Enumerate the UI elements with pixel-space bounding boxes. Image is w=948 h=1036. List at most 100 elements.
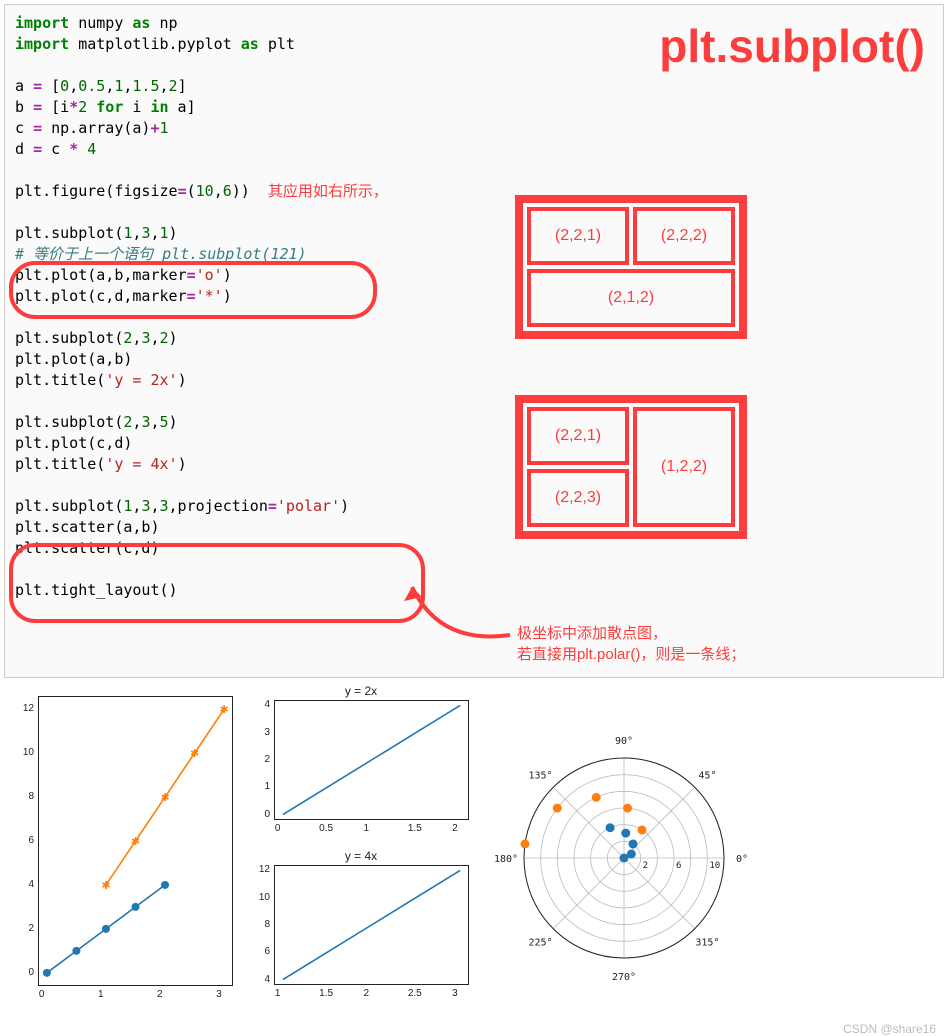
op: =: [33, 119, 42, 137]
paren: )): [232, 182, 250, 200]
chart-bot-mid: y = 4x 468101211.522.53: [246, 853, 476, 1008]
chart-left: ✱✱✱✱✱ 0246810120123: [8, 688, 238, 1008]
svg-text:✱: ✱: [220, 701, 229, 717]
comment: # 等价于上一个语句 plt.subplot(121): [15, 245, 307, 263]
expr: a]: [169, 98, 196, 116]
alias: plt: [268, 35, 295, 53]
diagram2-cell-122: (1,2,2): [633, 407, 735, 527]
paren: ): [169, 413, 178, 431]
call: plt.plot(c,d): [15, 434, 132, 452]
op: =: [178, 182, 187, 200]
op: +: [150, 119, 159, 137]
svg-text:✱: ✱: [102, 877, 111, 893]
str: 'polar': [277, 497, 340, 515]
svg-text:6: 6: [676, 861, 681, 871]
str: 'y = 4x': [105, 455, 177, 473]
mod: numpy: [78, 14, 123, 32]
call: plt.plot(c,d,marker: [15, 287, 187, 305]
svg-text:90°: 90°: [615, 736, 633, 747]
diagram2-cell-223: (2,2,3): [527, 469, 629, 527]
op: =: [33, 98, 42, 116]
sep: ,: [150, 329, 159, 347]
num: 0.5: [78, 77, 105, 95]
kw-for: for: [87, 98, 123, 116]
op: =: [33, 77, 42, 95]
paren: (: [187, 182, 196, 200]
watermark: CSDN @share16: [843, 1022, 936, 1036]
num: 2: [160, 329, 169, 347]
diagram1-cell-222: (2,2,2): [633, 207, 735, 265]
svg-text:135°: 135°: [529, 771, 553, 782]
sep: ,: [160, 77, 169, 95]
num: 4: [78, 140, 96, 158]
diagram1-cell-221: (2,2,1): [527, 207, 629, 265]
chart2-svg: [274, 865, 469, 985]
svg-text:✱: ✱: [161, 789, 170, 805]
op: =: [33, 140, 42, 158]
mod: matplotlib.pyplot: [78, 35, 232, 53]
kw-in: in: [150, 98, 168, 116]
num: 10: [196, 182, 214, 200]
call: plt.plot(a,b): [15, 350, 132, 368]
str: 'o': [196, 266, 223, 284]
call: plt.title(: [15, 455, 105, 473]
paren: ): [169, 224, 178, 242]
chart1-svg: [274, 700, 469, 820]
svg-text:✱: ✱: [131, 833, 140, 849]
diagram1-cell-212: (2,1,2): [527, 269, 735, 327]
var: c: [42, 140, 69, 158]
expr: np.array(a): [42, 119, 150, 137]
svg-text:225°: 225°: [529, 937, 553, 948]
sep: ,: [69, 77, 78, 95]
call: plt.subplot(: [15, 497, 123, 515]
polar-note: 极坐标中添加散点图， 若直接用plt.polar()，则是一条线；: [517, 623, 745, 665]
diagram2-cell-221: (2,2,1): [527, 407, 629, 465]
kw-as: as: [132, 14, 150, 32]
num: 0: [60, 77, 69, 95]
sep: ,: [105, 77, 114, 95]
paren: ): [169, 329, 178, 347]
num: 6: [223, 182, 232, 200]
str: 'y = 2x': [105, 371, 177, 389]
code-block: import numpy as np import matplotlib.pyp…: [15, 13, 933, 601]
charts-output: ✱✱✱✱✱ 0246810120123 y = 2x 0123400.511.5…: [0, 682, 948, 1034]
str: '*': [196, 287, 223, 305]
num: 3: [160, 497, 169, 515]
expr: [i: [42, 98, 69, 116]
var: c: [15, 119, 33, 137]
chart-polar-svg: 0°45°90°135°180°225°270°315°2610: [494, 728, 754, 988]
call: plt.plot(a,b,marker: [15, 266, 187, 284]
num: 1: [160, 119, 169, 137]
call: plt.title(: [15, 371, 105, 389]
kw-as: as: [241, 35, 259, 53]
bracket: ]: [178, 77, 187, 95]
bracket: [: [42, 77, 60, 95]
op: =: [187, 287, 196, 305]
alias: np: [160, 14, 178, 32]
call: plt.tight_layout(): [15, 581, 178, 599]
svg-text:270°: 270°: [612, 972, 636, 983]
sep: ,: [150, 413, 159, 431]
svg-text:180°: 180°: [494, 854, 518, 865]
svg-text:0°: 0°: [736, 854, 748, 865]
paren: ): [223, 266, 232, 284]
code-panel: plt.subplot() import numpy as np import …: [4, 4, 944, 678]
var: b: [15, 98, 33, 116]
arrow-icon: [400, 565, 530, 665]
sep: ,: [150, 497, 159, 515]
call: plt.scatter(a,b): [15, 518, 160, 536]
svg-text:10: 10: [709, 861, 720, 871]
num: 5: [160, 413, 169, 431]
paren: ): [340, 497, 349, 515]
kw-import: import: [15, 14, 69, 32]
paren: ): [223, 287, 232, 305]
call: plt.subplot(: [15, 224, 123, 242]
svg-text:✱: ✱: [190, 745, 199, 761]
call: plt.scatter(c,d): [15, 539, 160, 557]
call: plt.subplot(: [15, 413, 123, 431]
op: =: [268, 497, 277, 515]
var: a: [15, 77, 33, 95]
subplot-diagram-2: (2,2,1) (2,2,3) (1,2,2): [515, 395, 747, 539]
chart-left-svg: ✱ ✱ ✱ ✱ ✱: [38, 696, 233, 986]
polar-note-line2: 若直接用plt.polar()，则是一条线；: [517, 644, 745, 665]
